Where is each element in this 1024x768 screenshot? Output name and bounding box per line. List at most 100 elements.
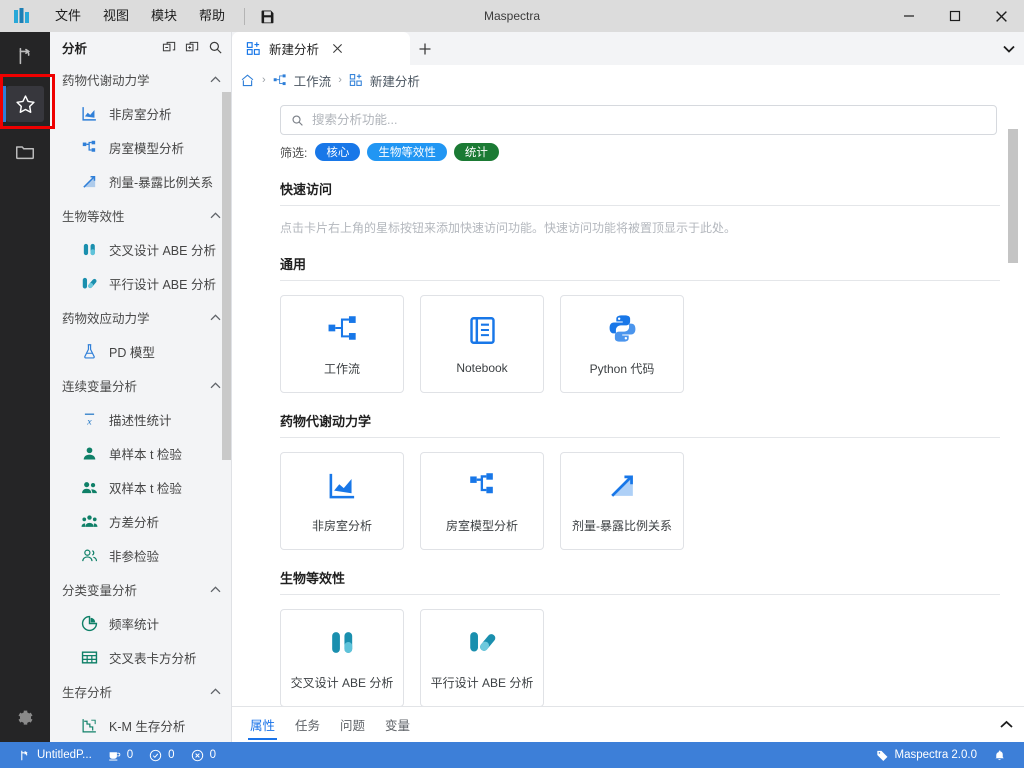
chevron-up-icon: [210, 313, 221, 321]
activity-files[interactable]: [0, 128, 50, 176]
menu-file[interactable]: 文件: [44, 0, 92, 32]
sidebar-group-pharmacokinetics[interactable]: 药物代谢动力学: [50, 62, 231, 96]
status-success[interactable]: 0: [141, 742, 182, 768]
expand-all-icon[interactable]: [182, 37, 202, 57]
activity-favorites[interactable]: [0, 80, 50, 128]
sidebar-group-categorical-variables[interactable]: 分类变量分析: [50, 572, 231, 606]
tree-item-label: K-M 生存分析: [109, 719, 186, 734]
menu-view[interactable]: 视图: [92, 0, 140, 32]
content-scrollbar[interactable]: [1008, 129, 1018, 263]
sidebar-item-nca[interactable]: 非房室分析: [50, 96, 231, 130]
status-project[interactable]: UntitledP...: [10, 742, 100, 768]
sidebar-item-two-sample-t-test[interactable]: 双样本 t 检验: [50, 470, 231, 504]
status-error[interactable]: 0: [183, 742, 224, 768]
sidebar-item-descriptive-statistics[interactable]: x 描述性统计: [50, 402, 231, 436]
minimize-button[interactable]: [886, 0, 932, 32]
sidebar-item-km-survival[interactable]: K-M 生存分析: [50, 708, 231, 742]
sidebar-tree: 药物代谢动力学 非房室分析 房室模型分析 剂量-暴露比例关系 生物等效性 交叉设计…: [50, 62, 231, 742]
single-person-icon: [80, 445, 98, 462]
group-label: 分类变量分析: [62, 583, 138, 598]
card-crossover-abe[interactable]: 交叉设计 ABE 分析: [280, 609, 404, 707]
maspectra-logo-icon: [0, 6, 44, 26]
card-python-code[interactable]: Python 代码: [560, 295, 684, 393]
sidebar-item-nonparametric[interactable]: 非参检验: [50, 538, 231, 572]
breadcrumb-separator-2: ›: [338, 74, 342, 86]
sidebar-item-anova[interactable]: 方差分析: [50, 504, 231, 538]
sidebar-item-parallel-abe[interactable]: 平行设计 ABE 分析: [50, 266, 231, 300]
breadcrumb-workflow[interactable]: 工作流: [273, 71, 331, 90]
sidebar-item-compartment[interactable]: 房室模型分析: [50, 130, 231, 164]
section-quick-access-title: 快速访问: [280, 182, 333, 197]
sidebar-scrollbar[interactable]: [222, 92, 231, 460]
filter-chip-core[interactable]: 核心: [315, 143, 361, 161]
sidebar-item-dose-proportionality[interactable]: 剂量-暴露比例关系: [50, 164, 231, 198]
breadcrumb-new-analysis-label: 新建分析: [369, 74, 420, 89]
card-label: Python 代码: [589, 361, 655, 376]
two-capsules-icon: [80, 241, 98, 258]
card-workflow[interactable]: 工作流: [280, 295, 404, 393]
card-label: 工作流: [323, 361, 360, 376]
panel-tab-tasks[interactable]: 任务: [285, 707, 330, 743]
section-quick-access-note: 点击卡片右上角的星标按钮来添加快速访问功能。快速访问功能将被置顶显示于此处。: [280, 221, 737, 235]
collapse-all-icon[interactable]: [159, 37, 179, 57]
sidebar-item-crossover-abe[interactable]: 交叉设计 ABE 分析: [50, 232, 231, 266]
section-bioequivalence-cards: 交叉设计 ABE 分析 平行设计 ABE 分析: [280, 609, 1000, 707]
filter-chip-bioequivalence[interactable]: 生物等效性: [367, 143, 447, 161]
two-capsules-icon: [327, 626, 358, 660]
activity-settings[interactable]: [0, 694, 50, 742]
chevron-up-icon: [210, 211, 221, 219]
filter-chip-statistics[interactable]: 统计: [453, 143, 499, 161]
chevron-down-icon[interactable]: [994, 32, 1024, 65]
analysis-sidebar: 分析 药物代谢动力学 非房室分析 房室模型分析 剂量-暴露比例关系 生物等效性 …: [50, 32, 232, 742]
card-label: 房室模型分析: [445, 518, 518, 533]
search-input[interactable]: [312, 113, 986, 127]
panel-tab-variables[interactable]: 变量: [375, 707, 420, 743]
menu-help[interactable]: 帮助: [188, 0, 236, 32]
sidebar-group-continuous-variables[interactable]: 连续变量分析: [50, 368, 231, 402]
area-chart-icon: [80, 105, 98, 122]
breadcrumb-home[interactable]: [240, 73, 255, 88]
menu-module[interactable]: 模块: [140, 0, 188, 32]
sidebar-group-bioequivalence[interactable]: 生物等效性: [50, 198, 231, 232]
card-notebook[interactable]: Notebook: [420, 295, 544, 393]
breadcrumb-new-analysis[interactable]: 新建分析: [349, 71, 420, 90]
card-compartment[interactable]: 房室模型分析: [420, 452, 544, 550]
status-success-count: 0: [168, 749, 175, 761]
chevron-up-icon[interactable]: [988, 707, 1024, 743]
two-persons-icon: [80, 479, 98, 496]
tree-item-label: 频率统计: [109, 617, 160, 632]
survival-curve-icon: [80, 717, 98, 734]
card-nca[interactable]: 非房室分析: [280, 452, 404, 550]
sidebar-item-crosstab-chisq[interactable]: 交叉表卡方分析: [50, 640, 231, 674]
bottom-panel: 属性 任务 问题 变量: [232, 706, 1024, 742]
parallel-capsules-icon: [80, 275, 98, 292]
editor-area: 新建分析 › 工作流 › 新建分析 搜索分析功能... 筛选: 核心 生物等效性…: [232, 32, 1024, 742]
close-button[interactable]: [978, 0, 1024, 32]
card-dose-proportionality[interactable]: 剂量-暴露比例关系: [560, 452, 684, 550]
tab-new-analysis[interactable]: 新建分析: [232, 32, 410, 65]
sidebar-group-pharmacodynamics[interactable]: 药物效应动力学: [50, 300, 231, 334]
sidebar-group-survival[interactable]: 生存分析: [50, 674, 231, 708]
svg-text:x: x: [86, 416, 92, 427]
save-disk-icon[interactable]: [253, 8, 282, 25]
close-icon[interactable]: [327, 39, 347, 59]
sidebar-item-frequency[interactable]: 频率统计: [50, 606, 231, 640]
sidebar-scroll-area[interactable]: 药物代谢动力学 非房室分析 房室模型分析 剂量-暴露比例关系 生物等效性 交叉设计…: [50, 62, 231, 742]
sidebar-item-one-sample-t-test[interactable]: 单样本 t 检验: [50, 436, 231, 470]
search-box[interactable]: [280, 105, 997, 135]
chevron-up-icon: [210, 687, 221, 695]
flask-icon: [80, 343, 98, 360]
search-icon[interactable]: [205, 37, 225, 57]
title-bar: 文件 视图 模块 帮助 Maspectra: [0, 0, 1024, 32]
status-notifications[interactable]: [985, 742, 1014, 768]
card-parallel-abe[interactable]: 平行设计 ABE 分析: [420, 609, 544, 707]
new-tab-button[interactable]: [410, 32, 440, 65]
panel-tab-properties[interactable]: 属性: [240, 707, 285, 743]
status-version[interactable]: Maspectra 2.0.0: [868, 742, 985, 768]
activity-workflow[interactable]: [0, 32, 50, 80]
panel-tab-problems[interactable]: 问题: [330, 707, 375, 743]
status-project-label: UntitledP...: [37, 749, 92, 761]
sidebar-item-pd-model[interactable]: PD 模型: [50, 334, 231, 368]
status-kernel[interactable]: 0: [100, 742, 141, 768]
maximize-button[interactable]: [932, 0, 978, 32]
